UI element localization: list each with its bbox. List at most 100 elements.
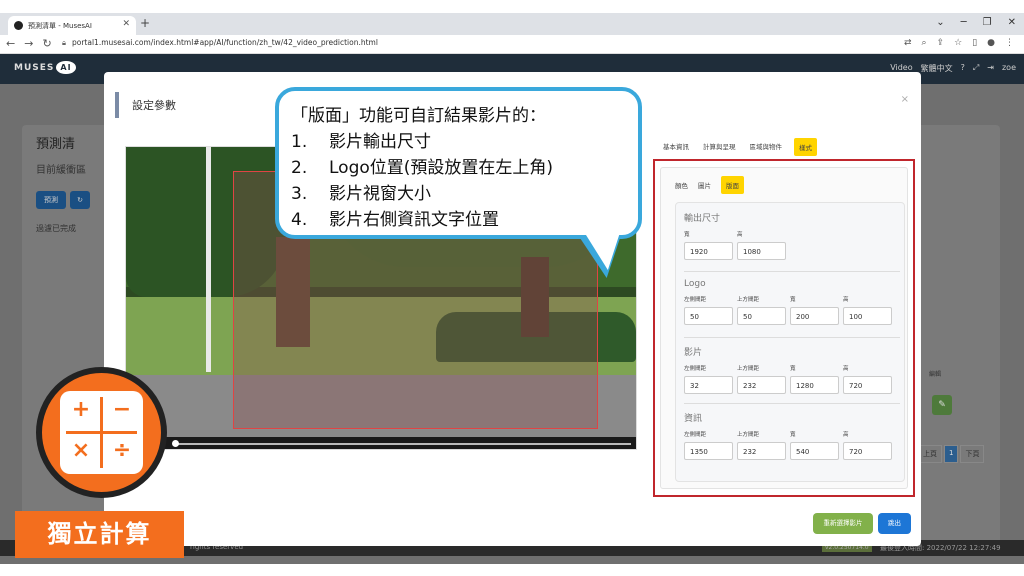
calculator-divider: [66, 431, 137, 434]
close-window-icon[interactable]: ✕: [1008, 17, 1016, 28]
calculator-badge: + − × ÷: [36, 367, 167, 498]
chevron-down-icon[interactable]: ⌄: [936, 17, 944, 28]
section-divider: [684, 403, 900, 404]
callout-item-number: 2.: [291, 158, 308, 178]
callout-item-number: 4.: [291, 210, 308, 230]
video-left-input[interactable]: 32: [684, 376, 733, 394]
video-timebar[interactable]: [126, 437, 636, 449]
callout-item: 3. 影片視窗大小: [291, 181, 638, 207]
label-left: 左側間距: [684, 297, 707, 303]
info-top-input[interactable]: 232: [737, 442, 786, 460]
callout-item-text: Logo位置(預設放置在左上角): [329, 158, 554, 178]
sidepanel-icon[interactable]: ▯: [972, 38, 977, 48]
muses-logo[interactable]: MUSES AI: [14, 61, 76, 74]
label-left: 左側間距: [684, 366, 707, 372]
label-width: 寬: [790, 432, 796, 438]
bg-page-title: 預測清: [36, 137, 76, 152]
reselect-video-button[interactable]: 重新選擇影片: [813, 513, 873, 534]
browser-tabstrip: 預測清單 - MusesAI ✕ + ⌄ ─ ❐ ✕: [0, 13, 1024, 35]
minimize-icon[interactable]: ─: [961, 17, 967, 28]
callout-bubble: 「版面」功能可自訂結果影片的： 1. 影片輸出尺寸 2. Logo位置(預設放置在左…: [275, 87, 642, 239]
callout-item-number: 3.: [291, 184, 308, 204]
video-seek-handle[interactable]: [172, 440, 179, 447]
subtab-color[interactable]: 顏色: [675, 180, 688, 194]
settings-tabs: 基本資訊 計算與呈現 區域與物件 樣式: [661, 138, 817, 156]
field-row: 1350 232 540 720: [684, 442, 898, 460]
star-icon[interactable]: ☆: [954, 38, 962, 48]
bg-pagination: 上頁 1 下頁: [918, 445, 985, 463]
info-width-input[interactable]: 540: [790, 442, 839, 460]
url-field[interactable]: 🔒︎ portal1.musesai.com/index.html#app/AI/…: [62, 38, 378, 48]
menu-language[interactable]: 繁體中文: [921, 63, 953, 74]
callout-item: 1. 影片輸出尺寸: [291, 129, 638, 155]
tab-title: 預測清單 - MusesAI: [28, 22, 92, 30]
field-labels: 左側間距 上方間距 寬 高: [684, 364, 898, 372]
modal-close-icon[interactable]: ×: [901, 94, 909, 105]
restore-icon[interactable]: ❐: [983, 17, 992, 28]
tab-compute-display[interactable]: 計算與呈現: [701, 138, 738, 156]
label-top: 上方間距: [737, 432, 760, 438]
back-icon[interactable]: ←: [6, 37, 15, 50]
info-left-input[interactable]: 1350: [684, 442, 733, 460]
layout-form: 輸出尺寸 寬 高 1920 1080 Logo 左側間距 上方間距 寬 高 50…: [675, 202, 905, 482]
menu-icon[interactable]: ⋮: [1005, 38, 1014, 48]
help-icon[interactable]: ?: [961, 63, 965, 74]
bg-filter-done: 過濾已完成: [36, 224, 76, 233]
tab-style[interactable]: 樣式: [794, 138, 817, 156]
lock-icon: 🔒︎: [62, 38, 66, 47]
video-height-input[interactable]: 720: [843, 376, 892, 394]
label-height: 高: [737, 232, 743, 238]
logout-icon[interactable]: ⇥: [987, 63, 994, 74]
divide-icon: ÷: [112, 438, 132, 463]
logo-height-input[interactable]: 100: [843, 307, 892, 325]
label-top: 上方間距: [737, 297, 760, 303]
field-labels: 左側間距 上方間距 寬 高: [684, 430, 898, 438]
logo-width-input[interactable]: 200: [790, 307, 839, 325]
tab-basic-info[interactable]: 基本資訊: [661, 138, 691, 156]
subtab-image[interactable]: 圖片: [698, 180, 711, 194]
close-tab-icon[interactable]: ✕: [122, 19, 130, 29]
reload-icon[interactable]: ↻: [42, 37, 51, 50]
browser-tab[interactable]: 預測清單 - MusesAI ✕: [8, 16, 136, 35]
url-text: portal1.musesai.com/index.html#app/AI/fu…: [72, 38, 378, 47]
field-labels: 寬 高: [684, 230, 898, 238]
profile-icon[interactable]: ●: [987, 38, 995, 48]
output-width-input[interactable]: 1920: [684, 242, 733, 260]
modal-title: 設定參數: [132, 99, 176, 112]
callout-item-text: 影片視窗大小: [329, 184, 431, 204]
field-row: 32 232 1280 720: [684, 376, 898, 394]
exit-button[interactable]: 跳出: [878, 513, 911, 534]
forward-icon[interactable]: →: [24, 37, 33, 50]
logo-top-input[interactable]: 50: [737, 307, 786, 325]
section-divider: [684, 337, 900, 338]
section-title: 輸出尺寸: [684, 214, 721, 224]
style-subtabs: 顏色 圖片 版面: [675, 176, 744, 194]
callout-item-number: 1.: [291, 132, 308, 152]
section-output-size: 輸出尺寸 寬 高 1920 1080: [684, 211, 898, 260]
logo-left-input[interactable]: 50: [684, 307, 733, 325]
share-icon[interactable]: ⇪: [937, 38, 945, 48]
translate-icon[interactable]: ⇄: [904, 38, 912, 48]
tab-region-object[interactable]: 區域與物件: [748, 138, 785, 156]
new-tab-button[interactable]: +: [140, 16, 150, 30]
nav-controls: ← → ↻: [6, 37, 52, 50]
modal-title-bar: [115, 92, 119, 118]
zoom-icon[interactable]: ⌕: [922, 38, 927, 48]
video-top-input[interactable]: 232: [737, 376, 786, 394]
subtab-layout[interactable]: 版面: [721, 176, 744, 194]
user-name[interactable]: zoe: [1002, 63, 1016, 74]
fullscreen-icon[interactable]: ⤢: [973, 63, 979, 74]
section-info: 資訊 左側間距 上方間距 寬 高 1350 232 540 720: [684, 411, 898, 460]
layout-panel-highlight: 顏色 圖片 版面 輸出尺寸 寬 高 1920 1080 Logo 左側間距 上方…: [653, 159, 915, 497]
video-width-input[interactable]: 1280: [790, 376, 839, 394]
favicon-icon: [14, 21, 23, 30]
screen: 預測清單 - MusesAI ✕ + ⌄ ─ ❐ ✕ ← → ↻ 🔒︎ porta…: [0, 0, 1024, 576]
bg-prev-page: 上頁: [918, 445, 942, 463]
video-seek-track[interactable]: [176, 443, 631, 445]
logo-ai: AI: [56, 61, 76, 74]
output-height-input[interactable]: 1080: [737, 242, 786, 260]
info-height-input[interactable]: 720: [843, 442, 892, 460]
style-panel: 顏色 圖片 版面 輸出尺寸 寬 高 1920 1080 Logo 左側間距 上方…: [660, 167, 908, 489]
label-width: 寬: [790, 297, 796, 303]
label-height: 高: [843, 432, 849, 438]
